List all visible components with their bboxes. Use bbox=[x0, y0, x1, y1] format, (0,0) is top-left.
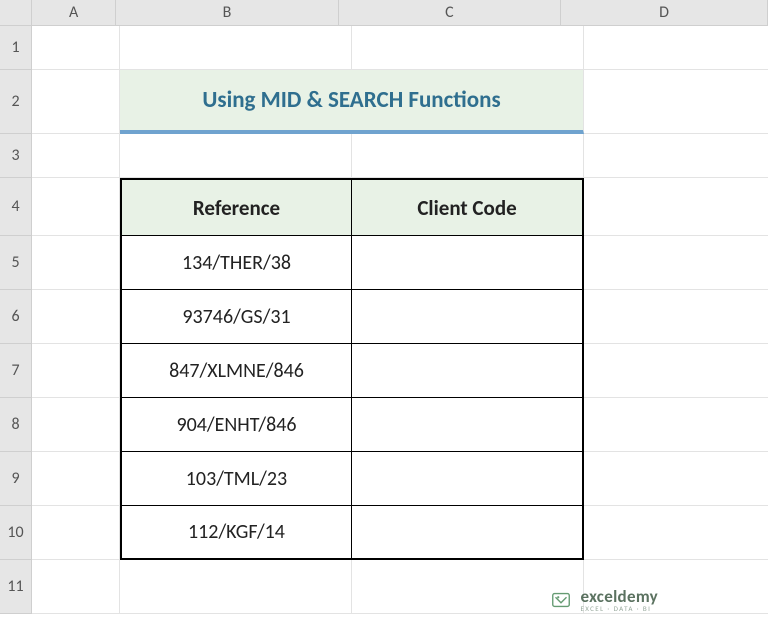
watermark-brand: exceldemy bbox=[580, 588, 658, 605]
table-row-clientcode[interactable] bbox=[352, 452, 584, 506]
cell-A9[interactable] bbox=[32, 452, 120, 506]
cell-A4[interactable] bbox=[32, 178, 120, 236]
table-row-reference[interactable]: 93746/GS/31 bbox=[120, 290, 352, 344]
row-header-2[interactable]: 2 bbox=[0, 70, 31, 134]
col-header-a[interactable]: A bbox=[32, 0, 116, 25]
table-row-clientcode[interactable] bbox=[352, 290, 584, 344]
cell-A3[interactable] bbox=[32, 134, 120, 178]
row-header-8[interactable]: 8 bbox=[0, 398, 31, 452]
grid-area: Using MID & SEARCH Functions ReferenceCli… bbox=[32, 26, 768, 642]
table-header-reference[interactable]: Reference bbox=[120, 178, 352, 236]
cell-A7[interactable] bbox=[32, 344, 120, 398]
cell-C3[interactable] bbox=[352, 134, 584, 178]
cell-D7[interactable] bbox=[584, 344, 768, 398]
table-row-reference[interactable]: 904/ENHT/846 bbox=[120, 398, 352, 452]
table-row-clientcode[interactable] bbox=[352, 506, 584, 560]
cell-D4[interactable] bbox=[584, 178, 768, 236]
table-row-clientcode[interactable] bbox=[352, 344, 584, 398]
cell-B1[interactable] bbox=[120, 26, 352, 70]
row-header-1[interactable]: 1 bbox=[0, 26, 31, 70]
cell-D3[interactable] bbox=[584, 134, 768, 178]
col-header-c[interactable]: C bbox=[339, 0, 561, 25]
row-header-10[interactable]: 10 bbox=[0, 506, 31, 560]
cell-D6[interactable] bbox=[584, 290, 768, 344]
table-row-clientcode[interactable] bbox=[352, 236, 584, 290]
row-headers: 1234567891011 bbox=[0, 26, 32, 614]
row-header-3[interactable]: 3 bbox=[0, 134, 31, 178]
column-headers: A B C D bbox=[32, 0, 768, 26]
brand-icon bbox=[550, 589, 572, 611]
table-row-reference[interactable]: 103/TML/23 bbox=[120, 452, 352, 506]
table-row-reference[interactable]: 134/THER/38 bbox=[120, 236, 352, 290]
cell-A10[interactable] bbox=[32, 506, 120, 560]
table-header-clientcode[interactable]: Client Code bbox=[352, 178, 584, 236]
cell-A6[interactable] bbox=[32, 290, 120, 344]
row-header-11[interactable]: 11 bbox=[0, 560, 31, 614]
cell-B11[interactable] bbox=[120, 560, 352, 614]
cell-D10[interactable] bbox=[584, 506, 768, 560]
row-header-7[interactable]: 7 bbox=[0, 344, 31, 398]
watermark-tagline: EXCEL · DATA · BI bbox=[580, 605, 658, 612]
row-header-9[interactable]: 9 bbox=[0, 452, 31, 506]
cell-A1[interactable] bbox=[32, 26, 120, 70]
cell-A2[interactable] bbox=[32, 70, 120, 134]
row-header-4[interactable]: 4 bbox=[0, 178, 31, 236]
select-all-corner[interactable] bbox=[0, 0, 32, 26]
cell-A8[interactable] bbox=[32, 398, 120, 452]
row-header-6[interactable]: 6 bbox=[0, 290, 31, 344]
table-row-reference[interactable]: 112/KGF/14 bbox=[120, 506, 352, 560]
cell-D9[interactable] bbox=[584, 452, 768, 506]
cell-D1[interactable] bbox=[584, 26, 768, 70]
cell-D2[interactable] bbox=[584, 70, 768, 134]
cell-C1[interactable] bbox=[352, 26, 584, 70]
cell-A5[interactable] bbox=[32, 236, 120, 290]
cell-D8[interactable] bbox=[584, 398, 768, 452]
row-header-5[interactable]: 5 bbox=[0, 236, 31, 290]
cell-B3[interactable] bbox=[120, 134, 352, 178]
col-header-d[interactable]: D bbox=[561, 0, 768, 25]
spreadsheet: A B C D 1234567891011 Using MID & SEARCH… bbox=[0, 0, 768, 642]
cell-D5[interactable] bbox=[584, 236, 768, 290]
col-header-b[interactable]: B bbox=[116, 0, 338, 25]
watermark: exceldemy EXCEL · DATA · BI bbox=[550, 588, 658, 612]
title-cell[interactable]: Using MID & SEARCH Functions bbox=[120, 70, 584, 134]
table-row-clientcode[interactable] bbox=[352, 398, 584, 452]
cell-C11[interactable] bbox=[352, 560, 584, 614]
table-row-reference[interactable]: 847/XLMNE/846 bbox=[120, 344, 352, 398]
cell-A11[interactable] bbox=[32, 560, 120, 614]
